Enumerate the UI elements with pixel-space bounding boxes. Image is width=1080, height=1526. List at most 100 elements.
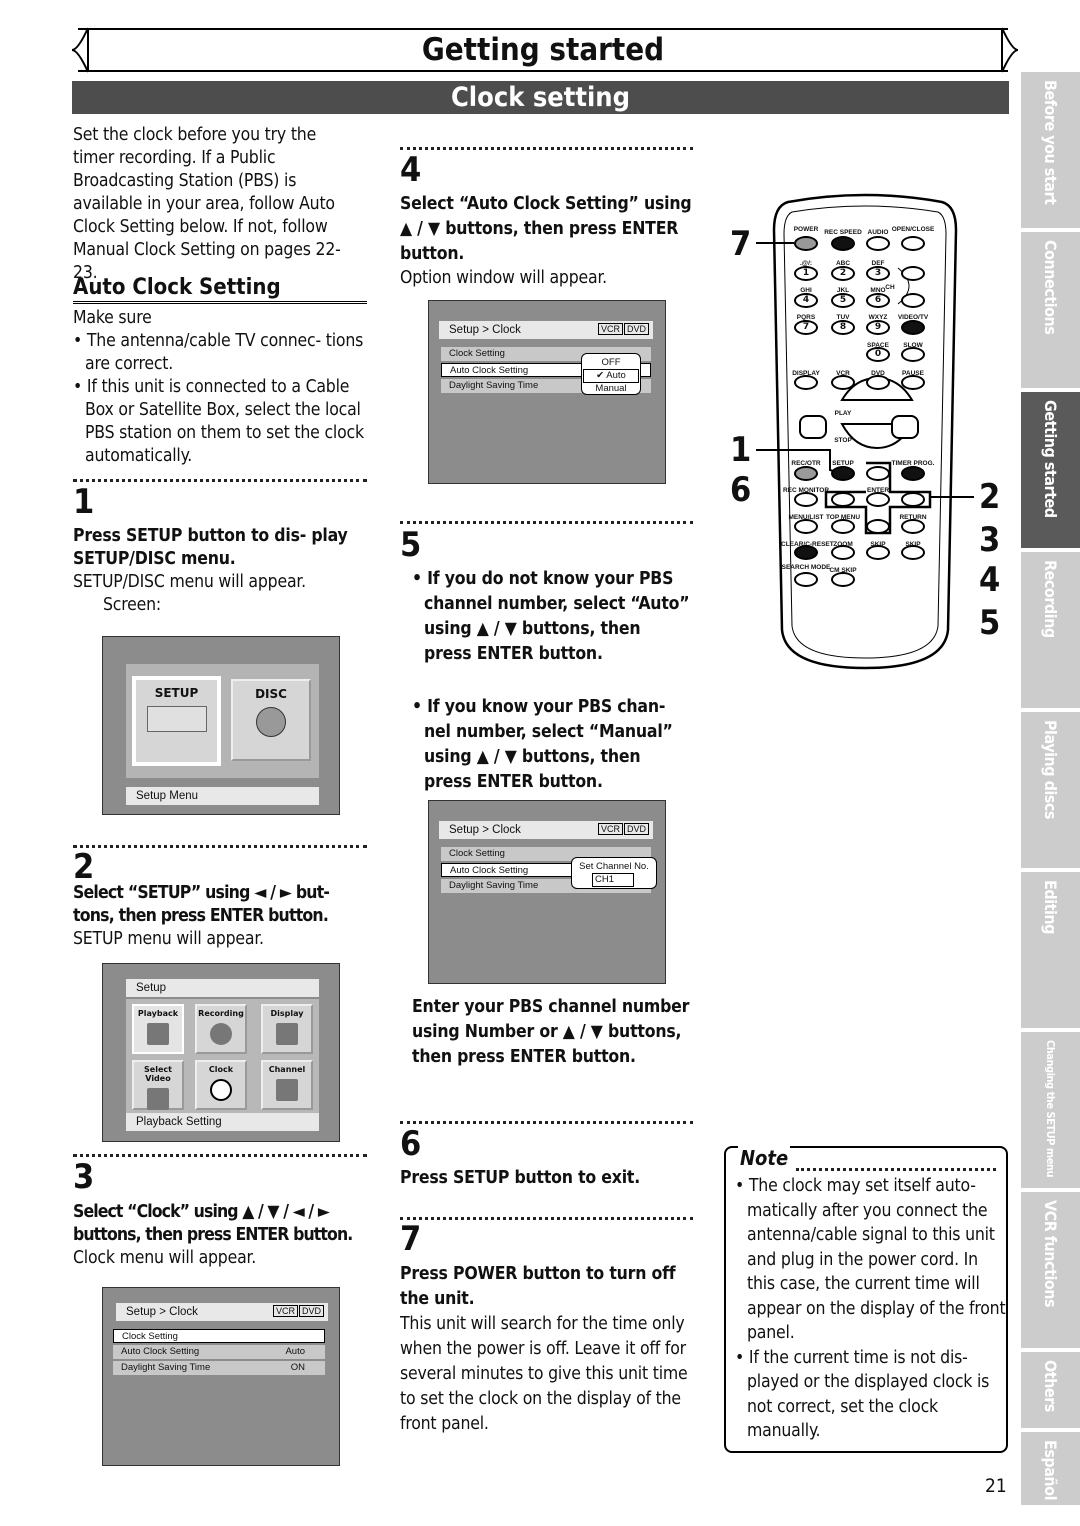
step-result: Option window will appear. <box>400 268 607 288</box>
side-tab[interactable]: Recording <box>1021 552 1080 708</box>
remote-eject-button[interactable] <box>901 236 925 251</box>
remote-digit-9-button[interactable]: 9 <box>866 320 890 335</box>
side-tab[interactable]: Editing <box>1021 872 1080 1028</box>
remote-right-button[interactable] <box>901 492 925 507</box>
remote-digit-3-button[interactable]: 3 <box>866 266 890 281</box>
remote-pause-button[interactable] <box>901 375 925 390</box>
side-tab[interactable]: Connections <box>1021 232 1080 388</box>
option-window-screen: Setup > Clock VCR DVD Clock Setting Auto … <box>428 300 666 484</box>
step-number: 2 <box>73 847 95 887</box>
channel-input[interactable]: CH1 <box>592 873 634 887</box>
remote-power-button[interactable] <box>794 236 818 251</box>
remote-audio-button[interactable] <box>866 236 890 251</box>
make-sure-label: Make sure <box>73 308 152 328</box>
remote-ch-down-button[interactable] <box>901 293 925 308</box>
setup-tile: SETUP <box>132 676 221 766</box>
setup-disc-screen: SETUP DISC Setup Menu <box>102 636 340 815</box>
remote-slow-button[interactable] <box>901 347 925 362</box>
intro-text: Set the clock before you try the timer r… <box>73 125 341 283</box>
screen-title: Setup <box>126 979 319 997</box>
remote-rec-speed-button[interactable] <box>831 236 855 251</box>
remote-up-button[interactable] <box>866 466 890 481</box>
remote-search-mode-button[interactable] <box>794 572 818 587</box>
step-number: 1 <box>73 482 95 522</box>
menu-row: Auto Clock Setting Auto <box>113 1345 325 1359</box>
remote-button-label: PLAY <box>834 410 852 417</box>
play-icon <box>147 1023 169 1045</box>
option-auto[interactable]: Auto <box>606 370 626 381</box>
setup-tile[interactable]: Select Video <box>132 1060 184 1110</box>
bullet: • If you know your PBS chan- nel number,… <box>412 697 673 792</box>
setup-tile[interactable]: Recording <box>195 1004 247 1054</box>
divider <box>400 1121 693 1124</box>
auto-clock-heading: Auto Clock Setting <box>73 275 367 304</box>
remote-digit-2-button[interactable]: 2 <box>831 266 855 281</box>
remote-zoom-button[interactable] <box>831 545 855 560</box>
divider <box>400 147 693 150</box>
remote-return-button[interactable] <box>901 519 925 534</box>
step-number: 5 <box>400 525 422 565</box>
remote-timer-prog-button[interactable] <box>901 466 925 481</box>
check-icon: ✔ <box>596 370 605 381</box>
remote-vcr-button[interactable] <box>831 375 855 390</box>
remote-down-button[interactable] <box>866 519 890 534</box>
remote-dvd-button[interactable] <box>866 375 890 390</box>
vcr-badge: VCR <box>272 1305 298 1317</box>
screen-footer: Setup Menu <box>126 787 319 805</box>
remote-left-button[interactable] <box>831 492 855 507</box>
remote-rec-monitor-button[interactable] <box>794 492 818 507</box>
step-number: 4 <box>400 150 422 190</box>
step-number: 7 <box>400 1219 422 1259</box>
remote-skip-back-button[interactable] <box>866 545 890 560</box>
setup-tile[interactable]: Clock <box>195 1060 247 1110</box>
setup-tile[interactable]: Playback <box>132 1004 184 1054</box>
breadcrumb: Setup > Clock <box>126 1306 198 1318</box>
remote-enter-button[interactable] <box>866 492 890 507</box>
side-tab[interactable]: Others <box>1021 1352 1080 1428</box>
channel-popup: Set Channel No. CH1 <box>571 857 657 889</box>
remote-digit-5-button[interactable]: 5 <box>831 293 855 308</box>
side-tab[interactable]: Playing discs <box>1021 712 1080 868</box>
step-callout: 4 <box>979 560 1001 600</box>
step-callout: 3 <box>979 520 1001 560</box>
remote-digit-7-button[interactable]: 7 <box>794 320 818 335</box>
side-tab[interactable]: Changing the SETUP menu <box>1021 1032 1080 1188</box>
divider <box>73 845 367 848</box>
step-instruction: Select “Auto Clock Setting” using ▲ / ▼ … <box>400 194 692 264</box>
remote-digit-1-button[interactable]: 1 <box>794 266 818 281</box>
remote-video-tv-button[interactable] <box>901 320 925 335</box>
make-sure-block: Make sure • The antenna/cable TV connec-… <box>73 307 367 468</box>
side-tab[interactable]: Español <box>1021 1432 1080 1505</box>
step-instruction: Select “Clock” using ▲ / ▼ / ◄ / ► butto… <box>73 1202 353 1245</box>
menu-row: Clock Setting <box>113 1329 325 1343</box>
setup-tile[interactable]: Channel <box>261 1060 313 1110</box>
step-result: Clock menu will appear. <box>73 1248 257 1268</box>
setup-menu-screen: Setup Playback Recording Display Select Vid… <box>102 963 340 1142</box>
remote-digit-0-button[interactable]: 0 <box>866 347 890 362</box>
note-bullet: • If the current time is not dis- played… <box>735 1347 990 1442</box>
side-tab[interactable]: Getting started <box>1021 392 1080 548</box>
remote-menu-list-button[interactable] <box>794 519 818 534</box>
remote-skip-forward-button[interactable] <box>901 545 925 560</box>
remote-setup-button[interactable] <box>831 466 855 481</box>
remote-digit-8-button[interactable]: 8 <box>831 320 855 335</box>
remote-display-button[interactable] <box>794 375 818 390</box>
option-manual[interactable]: Manual <box>582 383 640 395</box>
remote-digit-6-button[interactable]: 6 <box>866 293 890 308</box>
side-tab[interactable]: VCR functions <box>1021 1192 1080 1348</box>
clock-menu-screen: Setup > Clock VCR DVD Clock Setting Auto … <box>102 1287 340 1466</box>
option-off[interactable]: OFF <box>582 357 640 369</box>
step-instruction: Select “SETUP” using ◄ / ► but- tons, th… <box>73 883 330 926</box>
remote-ch-up-button[interactable] <box>901 266 925 281</box>
remote-rec-otr-button[interactable] <box>794 466 818 481</box>
record-icon <box>210 1023 232 1045</box>
remote-top-menu-button[interactable] <box>831 519 855 534</box>
step-result: SETUP menu will appear. <box>73 929 264 949</box>
remote-digit-4-button[interactable]: 4 <box>794 293 818 308</box>
side-tab[interactable]: Before you start <box>1021 72 1080 228</box>
step-number: 3 <box>73 1157 95 1197</box>
step-callout: 7 <box>730 224 752 264</box>
setup-tile[interactable]: Display <box>261 1004 313 1054</box>
remote-cm-skip-button[interactable] <box>831 572 855 587</box>
remote-clear-button[interactable] <box>794 545 818 560</box>
